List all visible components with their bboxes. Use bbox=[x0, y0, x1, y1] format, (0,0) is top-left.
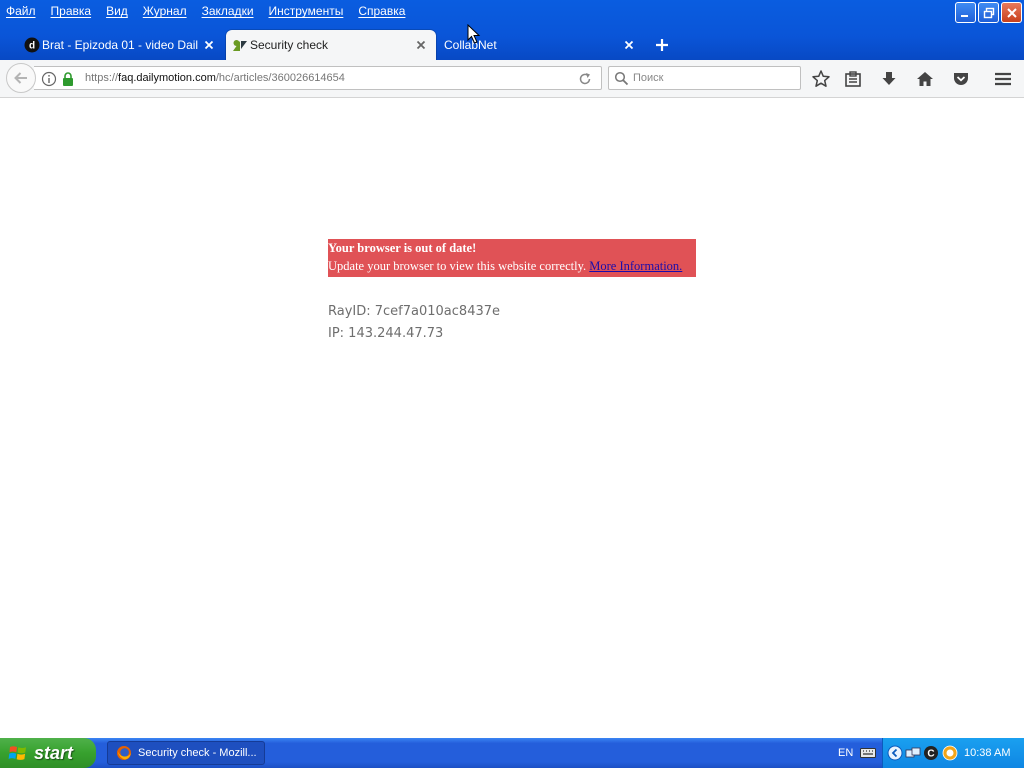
ip-address-text: IP: 143.244.47.73 bbox=[328, 326, 444, 341]
arrow-left-icon bbox=[14, 72, 27, 84]
close-tab-icon[interactable] bbox=[622, 38, 636, 52]
tab-security-check[interactable]: Security check bbox=[226, 30, 436, 60]
url-host: faq.dailymotion.com bbox=[118, 72, 216, 84]
close-icon bbox=[1006, 7, 1017, 18]
antivirus-icon[interactable] bbox=[942, 745, 958, 761]
firefox-icon bbox=[117, 746, 131, 760]
menu-help[interactable]: Справка bbox=[358, 4, 405, 18]
url-path: /hc/articles/360026614654 bbox=[215, 72, 345, 84]
mouse-cursor-icon bbox=[467, 24, 481, 44]
menu-file[interactable]: Файл bbox=[6, 4, 36, 18]
new-tab-button[interactable] bbox=[652, 36, 672, 54]
search-placeholder: Поиск bbox=[633, 72, 664, 84]
menu-edit[interactable]: Правка bbox=[51, 4, 92, 18]
page-content: Your browser is out of date! Update your… bbox=[0, 99, 1024, 738]
menu-tools[interactable]: Инструменты bbox=[269, 4, 344, 18]
bookmarks-menu-icon[interactable] bbox=[843, 69, 863, 89]
menu-view[interactable]: Вид bbox=[106, 4, 128, 18]
bookmark-star-icon[interactable] bbox=[811, 69, 831, 89]
tray-collapse-icon[interactable] bbox=[887, 745, 903, 761]
hamburger-menu-icon[interactable] bbox=[993, 69, 1013, 89]
taskbar-firefox-window[interactable]: Security check - Mozill... bbox=[107, 741, 265, 765]
svg-text:C: C bbox=[927, 749, 934, 760]
ray-id-text: RayID: 7cef7a010ac8437e bbox=[328, 304, 501, 319]
clock: 10:38 AM bbox=[964, 747, 1011, 759]
restore-icon bbox=[983, 7, 994, 18]
zendesk-icon bbox=[233, 40, 247, 51]
search-icon bbox=[614, 71, 629, 86]
menubar: Файл Правка Вид Журнал Закладки Инструме… bbox=[0, 0, 420, 22]
pocket-icon[interactable] bbox=[951, 69, 971, 89]
shield-icon[interactable]: C bbox=[923, 745, 939, 761]
minimize-icon bbox=[961, 15, 968, 17]
lock-icon[interactable] bbox=[61, 71, 75, 87]
minimize-button[interactable] bbox=[955, 2, 976, 23]
navigation-toolbar: https://faq.dailymotion.com/hc/articles/… bbox=[0, 60, 1024, 98]
alert-message: Update your browser to view this website… bbox=[328, 259, 590, 273]
info-icon[interactable] bbox=[41, 71, 57, 87]
taskbar-window-label: Security check - Mozill... bbox=[138, 747, 257, 759]
start-label: start bbox=[34, 742, 74, 763]
close-tab-icon[interactable] bbox=[202, 38, 216, 52]
alert-title: Your browser is out of date! bbox=[328, 241, 477, 255]
back-button[interactable] bbox=[6, 63, 36, 93]
start-button[interactable]: start bbox=[0, 738, 96, 768]
network-icon[interactable] bbox=[905, 745, 921, 761]
reload-icon[interactable] bbox=[577, 71, 593, 87]
url-scheme: https:// bbox=[85, 72, 119, 84]
tab-strip: d Brat - Epizoda 01 - video Dail... Secu… bbox=[0, 30, 1024, 60]
windows-logo-icon bbox=[8, 746, 26, 760]
tab-label: Security check bbox=[250, 38, 329, 52]
tab-dailymotion-video[interactable]: d Brat - Epizoda 01 - video Dail... bbox=[18, 30, 224, 60]
restore-button[interactable] bbox=[978, 2, 999, 23]
svg-text:d: d bbox=[29, 41, 35, 52]
close-window-button[interactable] bbox=[1001, 2, 1022, 23]
dailymotion-icon: d bbox=[24, 37, 40, 53]
keyboard-icon[interactable] bbox=[860, 747, 876, 759]
taskbar: start Security check - Mozill... EN C 10… bbox=[0, 738, 1024, 768]
search-input[interactable]: Поиск bbox=[608, 66, 801, 90]
menu-history[interactable]: Журнал bbox=[143, 4, 187, 18]
outdated-browser-alert: Your browser is out of date! Update your… bbox=[328, 239, 696, 277]
browser-titlebar: Файл Правка Вид Журнал Закладки Инструме… bbox=[0, 0, 1024, 60]
tab-collabnet[interactable]: CollabNet bbox=[420, 30, 644, 60]
alert-body: Update your browser to view this website… bbox=[328, 257, 696, 276]
tab-label: Brat - Epizoda 01 - video Dail... bbox=[42, 38, 198, 52]
downloads-icon[interactable] bbox=[879, 69, 899, 89]
url-text[interactable]: https://faq.dailymotion.com/hc/articles/… bbox=[85, 72, 345, 84]
language-indicator[interactable]: EN bbox=[838, 747, 853, 759]
more-information-link[interactable]: More Information. bbox=[589, 259, 682, 273]
home-icon[interactable] bbox=[915, 69, 935, 89]
url-bar[interactable]: https://faq.dailymotion.com/hc/articles/… bbox=[34, 66, 602, 90]
menu-bookmarks[interactable]: Закладки bbox=[202, 4, 254, 18]
